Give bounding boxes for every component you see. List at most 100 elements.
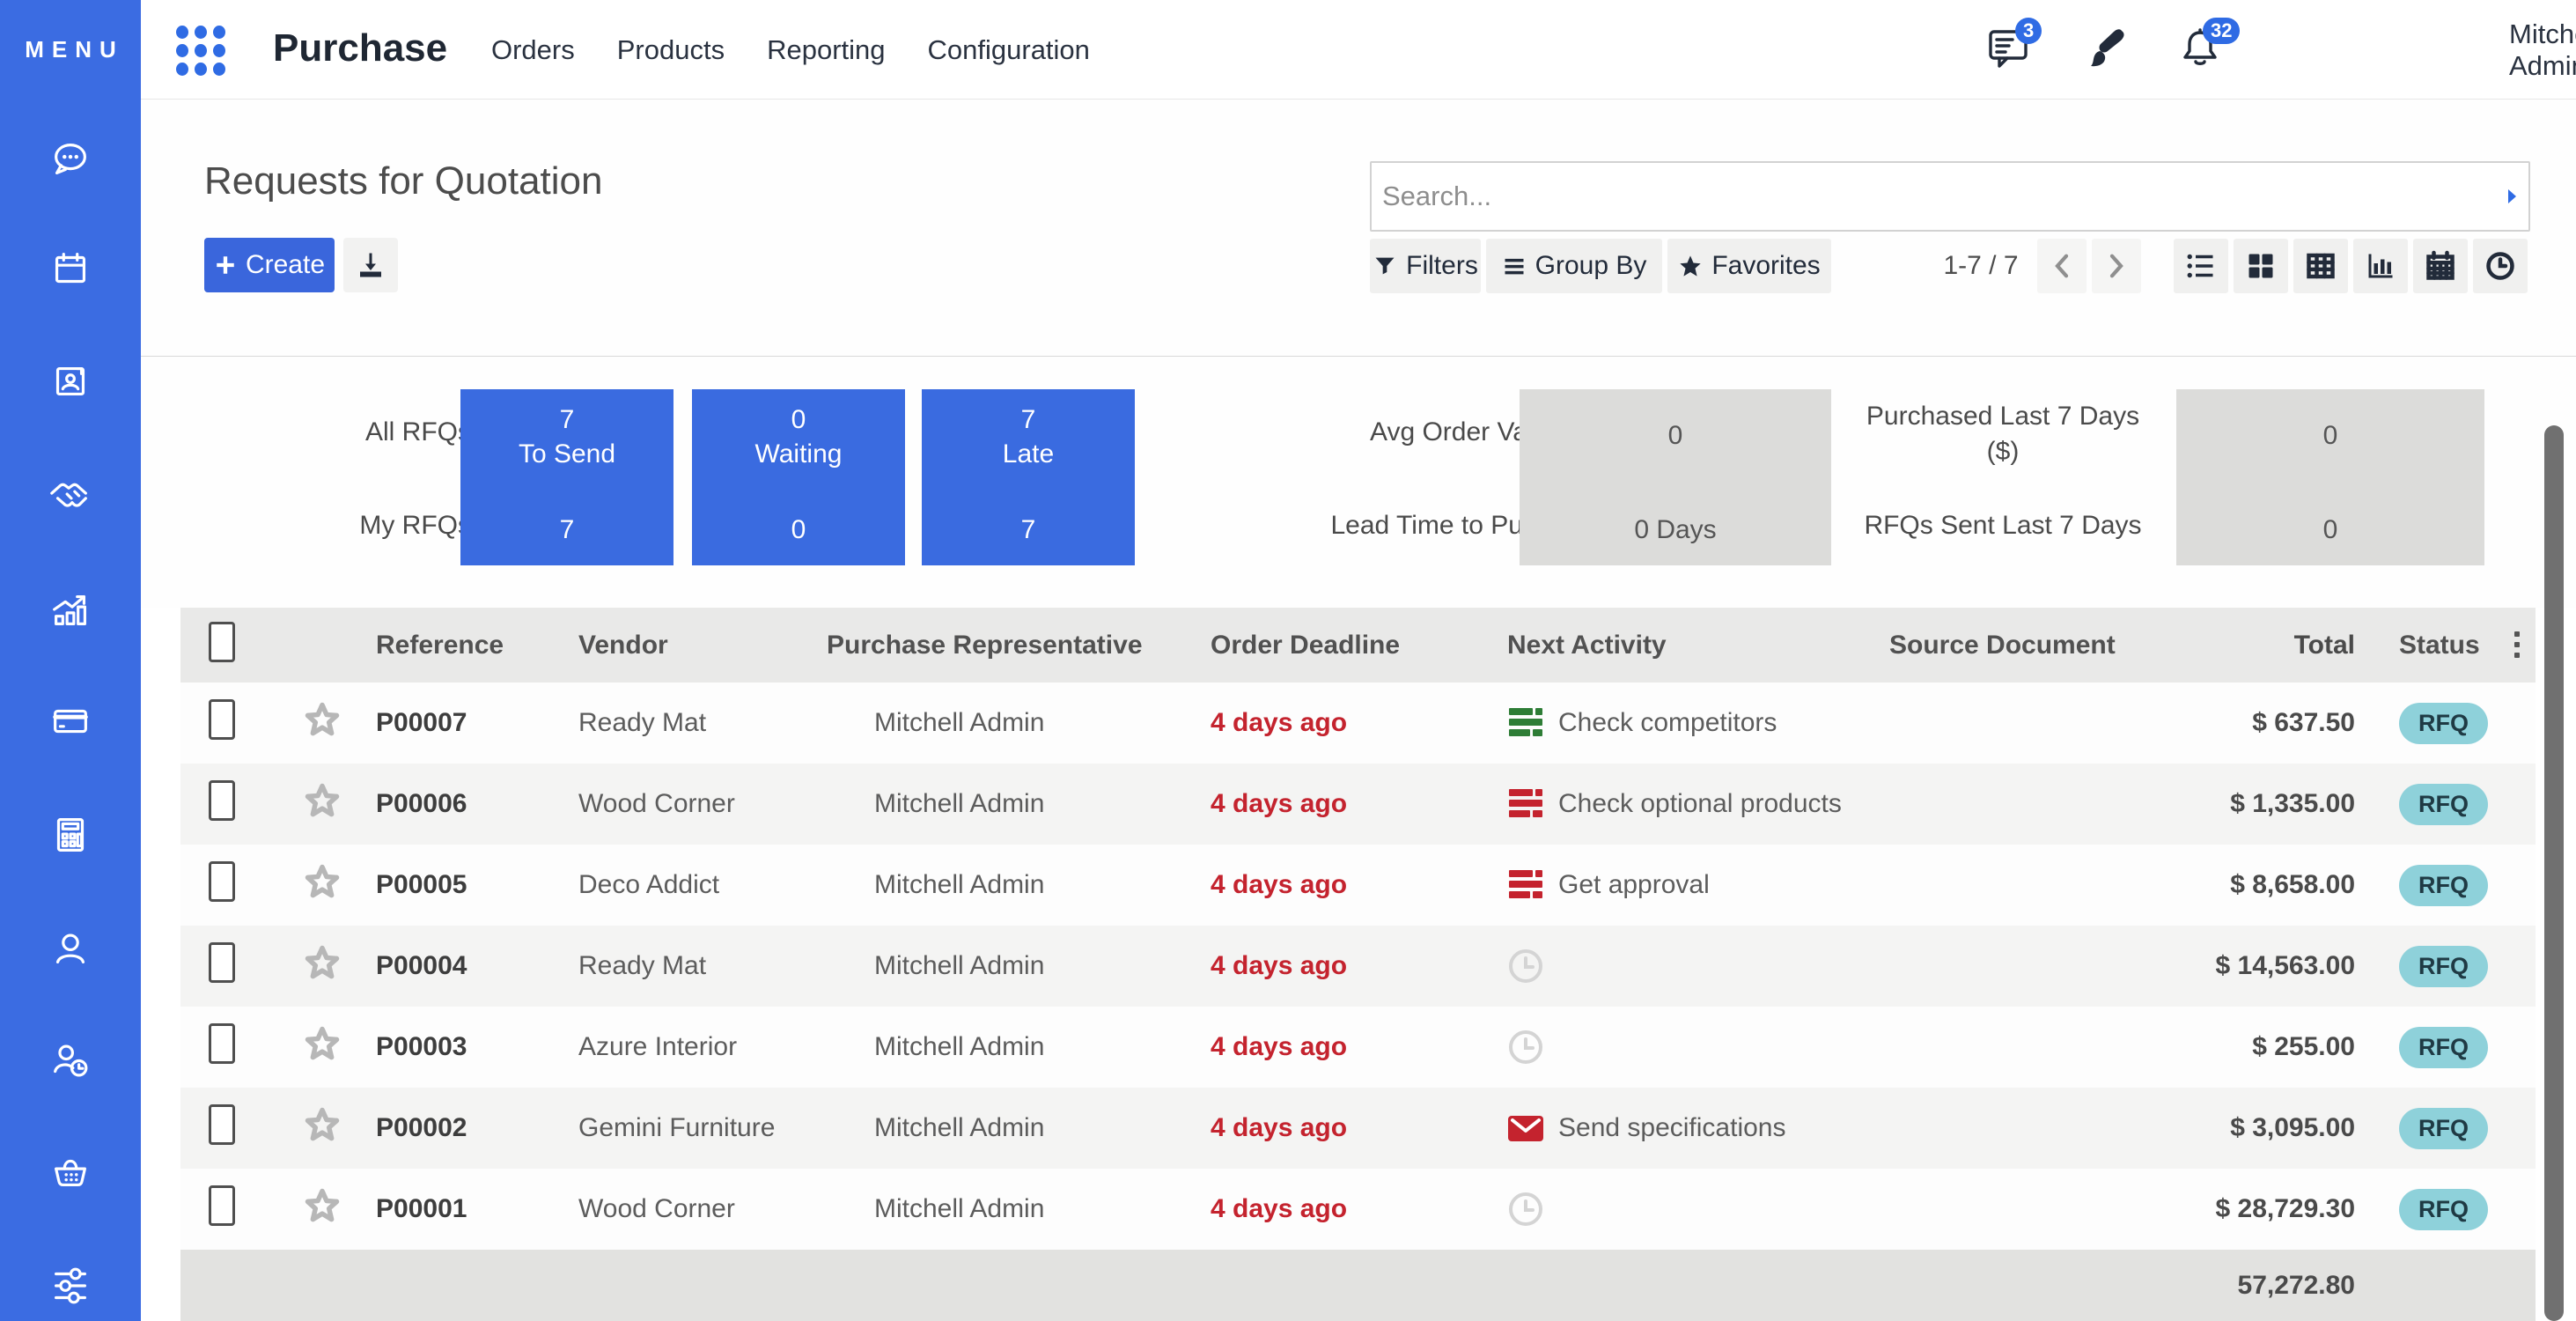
- favorite-star-icon[interactable]: [303, 781, 342, 820]
- brush-icon[interactable]: [2080, 25, 2131, 76]
- view-calendar-button[interactable]: [2413, 239, 2468, 293]
- create-button[interactable]: Create: [204, 238, 335, 292]
- vendor-cell: Wood Corner: [578, 789, 827, 819]
- header-vendor[interactable]: Vendor: [578, 631, 827, 660]
- status-badge: RFQ: [2399, 1189, 2488, 1230]
- sidebar-item-calculator-icon[interactable]: [47, 811, 94, 859]
- next-activity-cell: Check competitors: [1507, 705, 1889, 742]
- representative-avatar: [827, 948, 862, 984]
- sidebar-item-person-clock-icon[interactable]: [47, 1037, 94, 1084]
- row-checkbox[interactable]: [209, 942, 235, 983]
- favorites-button[interactable]: Favorites: [1667, 239, 1831, 293]
- pager-range: 1-7 / 7: [1910, 239, 2051, 293]
- view-activity-button[interactable]: [2473, 239, 2528, 293]
- nav-products[interactable]: Products: [617, 34, 725, 66]
- menu-toggle[interactable]: MENU: [0, 0, 141, 100]
- sidebar-item-basket-icon[interactable]: [47, 1148, 94, 1196]
- my-rfqs-label[interactable]: My RFQs: [229, 511, 471, 541]
- table-row[interactable]: P00001 Wood Corner Mitchell Admin 4 days…: [180, 1169, 2536, 1250]
- messages-icon[interactable]: 3: [1985, 25, 2036, 76]
- search-input[interactable]: [1382, 163, 2491, 230]
- header-reference[interactable]: Reference: [376, 631, 578, 660]
- user-name[interactable]: Mitchell Admin: [2509, 0, 2576, 100]
- reference-cell: P00006: [376, 789, 578, 819]
- table-row[interactable]: P00004 Ready Mat Mitchell Admin 4 days a…: [180, 926, 2536, 1007]
- sidebar-item-bar-chart-icon[interactable]: [47, 586, 94, 633]
- tile-late[interactable]: 7 Late 7: [922, 389, 1135, 565]
- header-purchase-representative[interactable]: Purchase Representative: [827, 631, 1211, 660]
- view-graph-button[interactable]: [2353, 239, 2408, 293]
- activity-clock-icon[interactable]: [1507, 1191, 1544, 1228]
- favorite-star-icon[interactable]: [303, 862, 342, 901]
- apps-grid-icon[interactable]: [176, 26, 225, 75]
- nav-configuration[interactable]: Configuration: [928, 34, 1090, 66]
- table-row[interactable]: P00002 Gemini Furniture Mitchell Admin 4…: [180, 1088, 2536, 1169]
- tile-waiting[interactable]: 0 Waiting 0: [692, 389, 905, 565]
- all-rfqs-label[interactable]: All RFQs: [229, 417, 471, 447]
- view-list-button[interactable]: [2174, 239, 2228, 293]
- row-checkbox[interactable]: [209, 1185, 235, 1226]
- row-checkbox[interactable]: [209, 699, 235, 740]
- favorite-star-icon[interactable]: [303, 1186, 342, 1225]
- group-by-bars-icon: [1502, 254, 1527, 278]
- filters-button[interactable]: Filters: [1370, 239, 1481, 293]
- header-total[interactable]: Total: [2131, 631, 2355, 660]
- search-dropdown-caret-icon[interactable]: [2508, 189, 2516, 203]
- vendor-cell: Ready Mat: [578, 951, 827, 981]
- header-order-deadline[interactable]: Order Deadline: [1211, 631, 1507, 660]
- pager-previous-button[interactable]: [2037, 239, 2087, 293]
- select-all-checkbox[interactable]: [209, 622, 235, 662]
- sidebar-item-calendar-icon[interactable]: [47, 246, 94, 293]
- total-cell: $ 8,658.00: [2131, 870, 2355, 900]
- representative-avatar: [827, 786, 862, 822]
- notifications-badge: 32: [2203, 18, 2240, 44]
- table-row[interactable]: P00006 Wood Corner Mitchell Admin 4 days…: [180, 764, 2536, 845]
- favorite-star-icon[interactable]: [303, 1105, 342, 1144]
- activity-mail-icon[interactable]: [1507, 1110, 1544, 1147]
- sidebar-item-person-icon[interactable]: [47, 925, 94, 972]
- sidebar-item-handshake-icon[interactable]: [47, 471, 94, 519]
- table-row[interactable]: P00003 Azure Interior Mitchell Admin 4 d…: [180, 1007, 2536, 1088]
- notifications-bell-icon[interactable]: 32: [2175, 25, 2226, 76]
- activity-tasks-red-icon[interactable]: [1507, 867, 1544, 904]
- favorite-star-icon[interactable]: [303, 943, 342, 982]
- reference-cell: P00004: [376, 951, 578, 981]
- pager-next-button[interactable]: [2092, 239, 2141, 293]
- order-deadline-cell: 4 days ago: [1211, 708, 1507, 738]
- favorite-star-icon[interactable]: [303, 700, 342, 739]
- optional-columns-icon[interactable]: [2504, 620, 2530, 669]
- app-name[interactable]: Purchase: [273, 26, 447, 70]
- row-checkbox[interactable]: [209, 1023, 235, 1064]
- table-body: P00007 Ready Mat Mitchell Admin 4 days a…: [180, 683, 2536, 1250]
- activity-clock-icon[interactable]: [1507, 1029, 1544, 1066]
- sidebar-item-chat-icon[interactable]: [47, 136, 94, 183]
- vertical-scrollbar-thumb[interactable]: [2544, 425, 2564, 1321]
- row-checkbox[interactable]: [209, 780, 235, 821]
- activity-clock-icon[interactable]: [1507, 948, 1544, 985]
- favorite-star-icon[interactable]: [303, 1024, 342, 1063]
- sidebar-item-credit-card-icon[interactable]: [47, 697, 94, 745]
- table-row[interactable]: P00005 Deco Addict Mitchell Admin 4 days…: [180, 845, 2536, 926]
- activity-tasks-red-icon[interactable]: [1507, 786, 1544, 823]
- header-source-document[interactable]: Source Document: [1889, 631, 2131, 660]
- sidebar-item-contact-book-icon[interactable]: [47, 358, 94, 405]
- view-pivot-button[interactable]: [2293, 239, 2348, 293]
- table-row[interactable]: P00007 Ready Mat Mitchell Admin 4 days a…: [180, 683, 2536, 764]
- header-next-activity[interactable]: Next Activity: [1507, 631, 1889, 660]
- activity-tasks-green-icon[interactable]: [1507, 705, 1544, 742]
- tile-to-send[interactable]: 7 To Send 7: [460, 389, 673, 565]
- next-activity-cell: Send specifications: [1507, 1110, 1889, 1147]
- nav-reporting[interactable]: Reporting: [767, 34, 885, 66]
- row-checkbox[interactable]: [209, 1104, 235, 1145]
- group-by-button[interactable]: Group By: [1486, 239, 1662, 293]
- download-button[interactable]: [343, 238, 398, 292]
- row-checkbox[interactable]: [209, 861, 235, 902]
- total-cell: $ 14,563.00: [2131, 951, 2355, 981]
- view-kanban-button[interactable]: [2234, 239, 2288, 293]
- representative-avatar: [827, 1192, 862, 1227]
- activity-clock-view-icon: [2484, 250, 2516, 282]
- nav-orders[interactable]: Orders: [491, 34, 575, 66]
- reference-cell: P00005: [376, 870, 578, 900]
- user-avatar[interactable]: [2440, 24, 2491, 75]
- sidebar-item-sliders-icon[interactable]: [47, 1262, 94, 1310]
